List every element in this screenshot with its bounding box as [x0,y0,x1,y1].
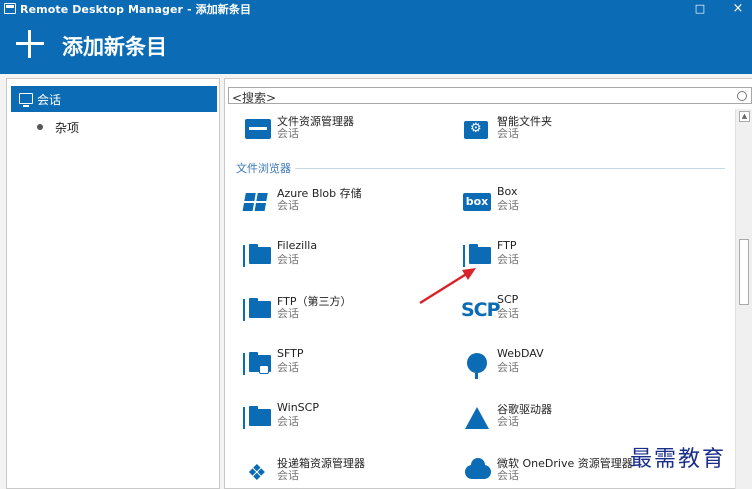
file-explorer-icon [241,113,273,145]
maximize-button[interactable]: □ [686,0,714,18]
monitor-icon [19,93,33,107]
list-item-sftp[interactable]: SFTP 会话 [241,343,461,387]
entry-sub: 会话 [277,469,299,482]
entry-sub: 会话 [277,199,299,212]
entry-sub: 会话 [497,307,519,320]
list-item-box[interactable]: box Box 会话 [461,181,681,225]
sftp-icon [241,347,273,379]
list-item-azure-blob[interactable]: Azure Blob 存储 会话 [241,181,461,225]
ftp-third-party-icon [241,293,273,325]
search-placeholder: <搜索> [232,91,277,105]
entry-sub: 会话 [497,127,519,140]
winscp-icon [241,401,273,433]
azure-icon [241,185,273,217]
list-item-winscp[interactable]: WinSCP 会话 [241,397,461,441]
vertical-scrollbar[interactable]: ▲ [735,109,752,489]
close-button[interactable]: × [724,0,752,18]
sidebar-item-misc[interactable]: 杂项 [11,114,217,140]
watermark-text: 最需教育 [630,447,727,472]
list-item-smart-folder[interactable]: 智能文件夹 会话 [461,109,681,153]
entry-sub: 会话 [497,415,519,428]
onedrive-icon [461,455,493,487]
entry-sub: 会话 [277,307,299,320]
list-item-file-explorer[interactable]: 文件资源管理器 会话 [241,109,461,153]
smart-folder-icon [461,113,493,145]
sidebar-item-session[interactable]: 会话 [11,86,217,112]
entry-sub: 会话 [497,361,519,374]
entry-sub: 会话 [497,253,519,266]
list-item-ftp[interactable]: FTP 会话 [461,235,681,279]
sidebar-item-label: 杂项 [55,121,80,135]
section-divider [295,168,725,169]
header: 添加新条目 [0,18,752,74]
entry-sub: 会话 [277,127,299,140]
scroll-up-icon[interactable]: ▲ [739,111,750,122]
sidebar: 会话 杂项 [6,78,220,489]
app-icon [4,3,16,14]
section-title: 文件浏览器 [236,162,291,175]
google-drive-icon [461,401,493,433]
box-icon: box [461,185,493,217]
content-panel: <搜索> 文件资源管理器 会话 智能文件夹 会话 文件浏览器 Azure Blo… [224,78,752,489]
entry-sub: 会话 [497,199,519,212]
webdav-icon [461,347,493,379]
entry-sub: 会话 [277,415,299,428]
red-arrow-icon [419,268,476,305]
clear-search-icon[interactable] [737,91,747,101]
plus-icon [16,30,44,58]
bullet-icon [37,124,43,130]
list-item-google-drive[interactable]: 谷歌驱动器 会话 [461,397,681,441]
list-item-dropbox[interactable]: ❖ 投递箱资源管理器 会话 [241,451,461,489]
list-item-webdav[interactable]: WebDAV 会话 [461,343,681,387]
sidebar-item-label: 会话 [37,93,62,107]
entry-sub: 会话 [277,253,299,266]
entry-sub: 会话 [277,361,299,374]
scroll-thumb[interactable] [739,239,749,305]
title-bar: Remote Desktop Manager - 添加新条目 □ × [0,0,752,18]
dropbox-icon: ❖ [247,461,267,486]
window-title: Remote Desktop Manager - 添加新条目 [20,3,252,16]
list-item-scp[interactable]: SCP SCP 会话 [461,289,681,333]
entry-list: 文件资源管理器 会话 智能文件夹 会话 文件浏览器 Azure Blob 存储 … [225,109,735,489]
filezilla-icon [241,239,273,271]
main-area: 会话 杂项 <搜索> 文件资源管理器 会话 智能文件夹 会话 文件浏览器 [0,74,752,489]
page-title: 添加新条目 [62,35,167,59]
search-input[interactable]: <搜索> [228,87,752,105]
entry-sub: 会话 [497,469,519,482]
